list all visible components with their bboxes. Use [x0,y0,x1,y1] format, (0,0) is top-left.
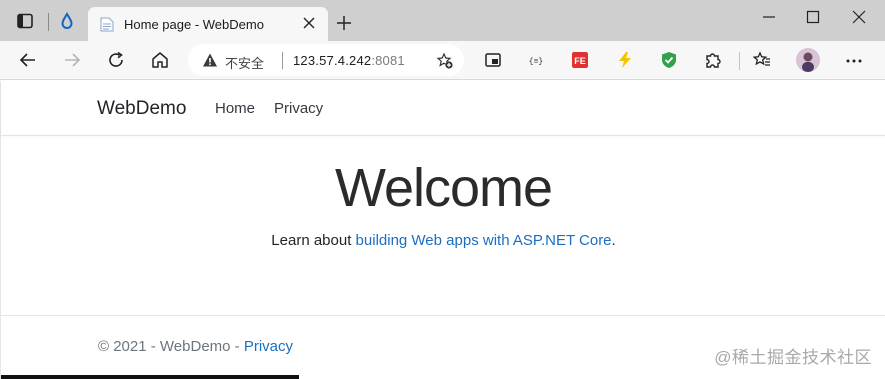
tab-title: Home page - WebDemo [124,17,264,32]
taskbar-edge [1,375,299,379]
window-close-icon[interactable] [851,9,867,25]
nav-link-privacy[interactable]: Privacy [274,100,323,117]
forward-icon[interactable] [62,50,82,70]
lightning-extension-icon[interactable] [616,51,634,69]
url-port: :8081 [371,53,405,68]
tab-actions-icon[interactable] [16,12,34,30]
avatar-image [796,48,820,72]
address-bar[interactable]: 不安全 123.57.4.242:8081 [188,44,464,76]
tab-strip-divider [48,13,49,31]
toolbar-divider [739,52,740,70]
web-page: WebDemo Home Privacy Welcome Learn about… [0,81,885,379]
minimize-icon[interactable] [761,9,777,25]
more-icon[interactable] [844,51,864,71]
security-label[interactable]: 不安全 [225,53,264,72]
favorites-icon[interactable] [753,51,771,69]
footer-divider [1,315,885,316]
drop-icon[interactable] [58,12,76,30]
url-host: 123.57.4.242 [293,53,372,68]
site-navbar: WebDemo Home Privacy [1,81,885,136]
avatar[interactable] [796,48,820,72]
tab-active[interactable]: Home page - WebDemo [88,7,328,41]
pip-icon[interactable] [484,51,502,69]
page-title: Welcome [334,158,553,218]
aspnet-docs-link[interactable]: building Web apps with ASP.NET Core [356,232,612,249]
json-extension-icon[interactable]: {≡} [527,51,545,69]
address-divider [282,52,283,69]
refresh-icon[interactable] [106,50,126,70]
maximize-icon[interactable] [805,9,821,25]
fe-extension-icon[interactable]: FE [571,51,589,69]
navbar-brand[interactable]: WebDemo [97,98,186,120]
close-icon[interactable] [302,16,316,30]
lead-prefix: Learn about [271,232,356,249]
add-favorite-icon[interactable] [436,52,454,70]
home-icon[interactable] [150,50,170,70]
lead-text: Learn about building Web apps with ASP.N… [1,232,885,249]
warning-icon[interactable] [202,52,218,68]
footer-copyright: © 2021 - WebDemo - [98,338,244,355]
svg-text:FE: FE [574,56,586,66]
tab-strip: Home page - WebDemo [0,0,885,41]
nav-link-home[interactable]: Home [215,100,255,117]
browser-toolbar: 不安全 123.57.4.242:8081 {≡} FE [0,41,885,80]
footer-privacy-link[interactable]: Privacy [244,338,293,355]
url-text[interactable]: 123.57.4.242:8081 [293,53,405,68]
plus-icon[interactable] [336,15,352,31]
watermark: @稀土掘金技术社区 [714,348,872,367]
svg-text:{≡}: {≡} [529,58,543,67]
footer: © 2021 - WebDemo - Privacy [98,338,293,355]
shield-extension-icon[interactable] [660,51,678,69]
back-icon[interactable] [18,50,38,70]
page-favicon-icon [100,17,114,32]
extensions-puzzle-icon[interactable] [704,51,722,69]
lead-suffix: . [611,232,616,249]
